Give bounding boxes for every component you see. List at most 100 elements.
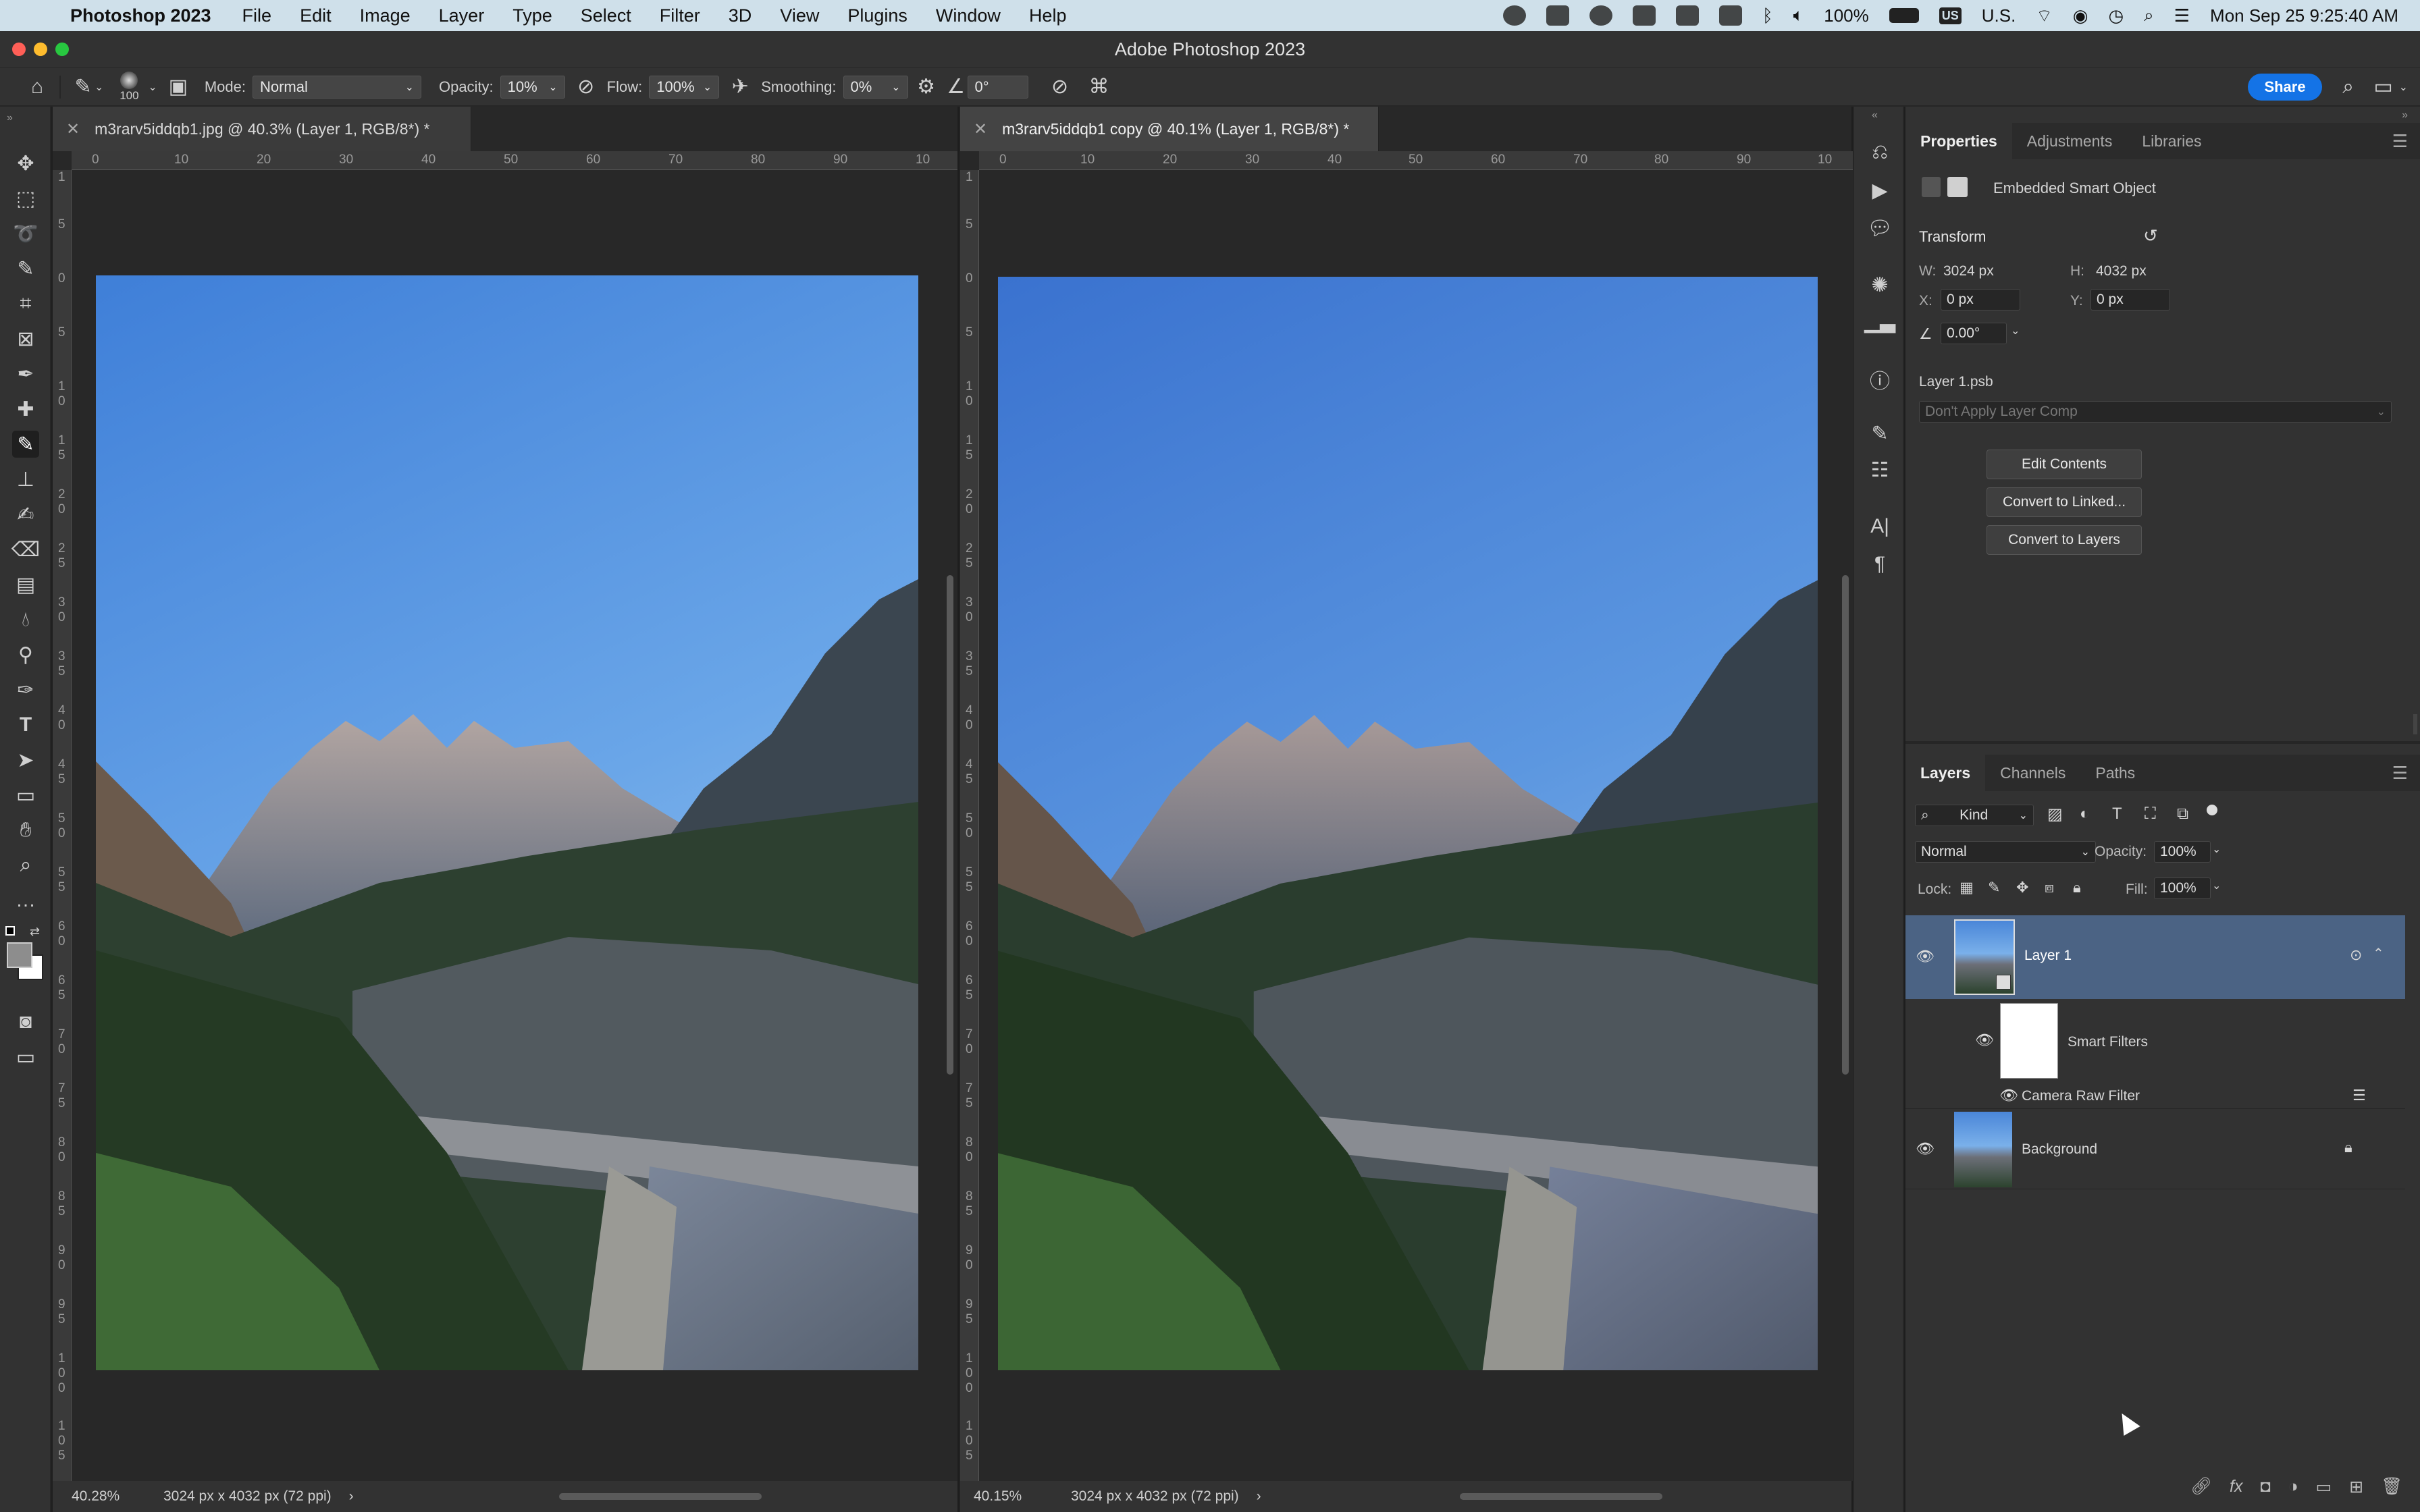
- path-selection-tool-icon[interactable]: ➤: [12, 747, 39, 774]
- layer-row-smart-filters[interactable]: 👁︎ Smart Filters: [1905, 1000, 2405, 1084]
- workspace-icon[interactable]: ▭: [2372, 76, 2395, 99]
- layer-row-layer-1[interactable]: 👁︎ Layer 1 ⊙ ⌃: [1905, 915, 2405, 999]
- menu-plugins[interactable]: Plugins: [847, 5, 908, 26]
- character-panel-icon[interactable]: A|: [1868, 514, 1892, 539]
- filter-toggle-icon[interactable]: [2207, 805, 2217, 815]
- expand-panels-icon[interactable]: «: [1872, 109, 1878, 122]
- comments-panel-icon[interactable]: 💬︎: [1867, 216, 1893, 240]
- smart-filter-indicator-icon[interactable]: ⊙: [2350, 946, 2362, 964]
- add-mask-icon[interactable]: ◘: [2260, 1477, 2270, 1497]
- width-value[interactable]: 3024 px: [1943, 263, 1994, 279]
- collapse-toolbar-icon[interactable]: »: [7, 112, 13, 124]
- layer-style-icon[interactable]: fx: [2230, 1477, 2242, 1497]
- actions-panel-icon[interactable]: ▶: [1868, 178, 1892, 202]
- menu-file[interactable]: File: [242, 5, 272, 26]
- opacity-chevron-icon[interactable]: ⌄: [2212, 842, 2221, 856]
- marquee-tool-icon[interactable]: ⬚: [12, 185, 39, 212]
- lock-position-icon[interactable]: ✥: [2016, 879, 2028, 896]
- minimize-window-button[interactable]: [34, 43, 47, 56]
- app-status-icon[interactable]: [1719, 5, 1743, 26]
- brush-settings-panel-icon[interactable]: ☷: [1868, 458, 1892, 482]
- workspace-chevron-icon[interactable]: ⌄: [2399, 80, 2408, 94]
- panel-divider[interactable]: [1905, 741, 2420, 744]
- menu-image[interactable]: Image: [360, 5, 411, 26]
- tab-paths[interactable]: Paths: [2080, 755, 2150, 791]
- app-status-icon[interactable]: [1676, 5, 1700, 26]
- visibility-eye-icon[interactable]: 👁︎: [1999, 1087, 2018, 1104]
- filter-blending-options-icon[interactable]: ☰: [2352, 1087, 2366, 1104]
- pressure-size-icon[interactable]: ⊘: [1049, 76, 1072, 99]
- document-canvas[interactable]: [72, 170, 957, 1481]
- filter-adjustment-icon[interactable]: ◐: [2080, 805, 2090, 824]
- horizontal-scrollbar[interactable]: [1460, 1493, 1662, 1500]
- link-layers-icon[interactable]: 🔗︎: [2190, 1477, 2212, 1497]
- app-status-icon[interactable]: [1589, 5, 1613, 26]
- fill-input[interactable]: 100%: [2154, 878, 2211, 899]
- menu-select[interactable]: Select: [581, 5, 631, 26]
- collapse-panels-icon[interactable]: »: [2402, 109, 2408, 122]
- visibility-eye-icon[interactable]: 👁︎: [1916, 1140, 1935, 1158]
- horizontal-ruler[interactable]: 0 10 20 30 40 50 60 70 80 90 10: [72, 151, 957, 170]
- time-machine-icon[interactable]: ◷: [2108, 5, 2124, 26]
- layer-name[interactable]: Smart Filters: [2068, 1034, 2148, 1050]
- visibility-eye-icon[interactable]: 👁︎: [1975, 1031, 1994, 1049]
- lock-image-icon[interactable]: ✎: [1988, 879, 2000, 896]
- histogram-panel-icon[interactable]: ▁▃: [1864, 309, 1895, 333]
- horizontal-scrollbar[interactable]: [559, 1493, 762, 1500]
- symmetry-icon[interactable]: ⌘: [1088, 76, 1111, 99]
- default-colors-icon[interactable]: [5, 926, 15, 936]
- info-panel-icon[interactable]: ⓘ: [1868, 367, 1892, 393]
- crop-tool-icon[interactable]: ⌗: [12, 290, 39, 317]
- menu-filter[interactable]: Filter: [660, 5, 700, 26]
- lock-all-icon[interactable]: 🔒︎: [2073, 879, 2081, 896]
- height-value[interactable]: 4032 px: [2096, 263, 2147, 279]
- wifi-icon[interactable]: ⌔: [2036, 5, 2052, 27]
- eyedropper-tool-icon[interactable]: ✒: [12, 360, 39, 387]
- convert-to-linked-button[interactable]: Convert to Linked...: [1987, 487, 2142, 517]
- mode-select[interactable]: Normal ⌄: [252, 75, 421, 99]
- app-status-icon[interactable]: [1633, 5, 1656, 26]
- more-tools-icon[interactable]: …: [12, 887, 39, 914]
- brush-chevron-icon[interactable]: ⌄: [148, 80, 157, 94]
- tab-layers[interactable]: Layers: [1905, 755, 1986, 791]
- layer-name[interactable]: Background: [2022, 1141, 2097, 1158]
- new-adjustment-layer-icon[interactable]: ◑: [2288, 1477, 2298, 1497]
- tab-properties[interactable]: Properties: [1905, 123, 2012, 159]
- type-tool-icon[interactable]: T: [12, 711, 39, 738]
- smoothing-input[interactable]: 0% ⌄: [843, 75, 908, 99]
- layer-row-background[interactable]: 👁︎ Background 🔒︎: [1905, 1108, 2405, 1189]
- status-menu-chevron-icon[interactable]: ›: [349, 1488, 354, 1505]
- user-icon[interactable]: ◉: [2073, 5, 2088, 26]
- input-source-badge[interactable]: US: [1939, 7, 1962, 24]
- screen-mode-icon[interactable]: ▭: [12, 1044, 39, 1071]
- document-tab-1[interactable]: ✕ m3rarv5iddqb1.jpg @ 40.3% (Layer 1, RG…: [53, 107, 471, 151]
- blur-tool-icon[interactable]: 💧︎: [12, 606, 39, 633]
- lasso-tool-icon[interactable]: ➰: [12, 220, 39, 247]
- tab-libraries[interactable]: Libraries: [2127, 123, 2216, 159]
- app-status-icon[interactable]: [1546, 5, 1570, 26]
- 3d-panel-icon[interactable]: ✺: [1868, 273, 1892, 297]
- panel-menu-icon[interactable]: ☰: [2392, 763, 2408, 784]
- x-position-input[interactable]: 0 px: [1941, 289, 2020, 310]
- document-canvas[interactable]: [979, 170, 1853, 1481]
- layer-comp-select[interactable]: Don't Apply Layer Comp ⌄: [1919, 401, 2392, 423]
- vertical-ruler[interactable]: 1 5 0 5 1 0 1 5 2 0 2 5 3 0 3 5 4 0 4 5 …: [53, 170, 72, 1481]
- brush-tool-icon[interactable]: ✎: [12, 431, 39, 458]
- angle-input[interactable]: 0°: [967, 75, 1028, 99]
- tab-channels[interactable]: Channels: [1985, 755, 2080, 791]
- quick-selection-tool-icon[interactable]: ✎: [12, 255, 39, 282]
- lock-artboard-icon[interactable]: ⧈: [2045, 879, 2054, 896]
- hand-tool-icon[interactable]: ✋︎: [12, 817, 39, 844]
- control-center-icon[interactable]: ☰: [2174, 5, 2190, 26]
- reset-transform-icon[interactable]: ↺: [2143, 225, 2158, 246]
- filter-smart-object-icon[interactable]: ⧉: [2177, 805, 2188, 824]
- app-status-icon[interactable]: [1503, 5, 1527, 26]
- vertical-scrollbar[interactable]: [947, 575, 953, 1075]
- volume-icon[interactable]: 🔈︎: [1793, 5, 1804, 26]
- landscape-photo-edited[interactable]: [998, 277, 1818, 1370]
- brush-settings-icon[interactable]: ▣: [167, 76, 190, 99]
- layer-name[interactable]: Layer 1: [2024, 948, 2072, 964]
- menu-type[interactable]: Type: [512, 5, 552, 26]
- zoom-window-button[interactable]: [55, 43, 69, 56]
- convert-to-layers-button[interactable]: Convert to Layers: [1987, 525, 2142, 555]
